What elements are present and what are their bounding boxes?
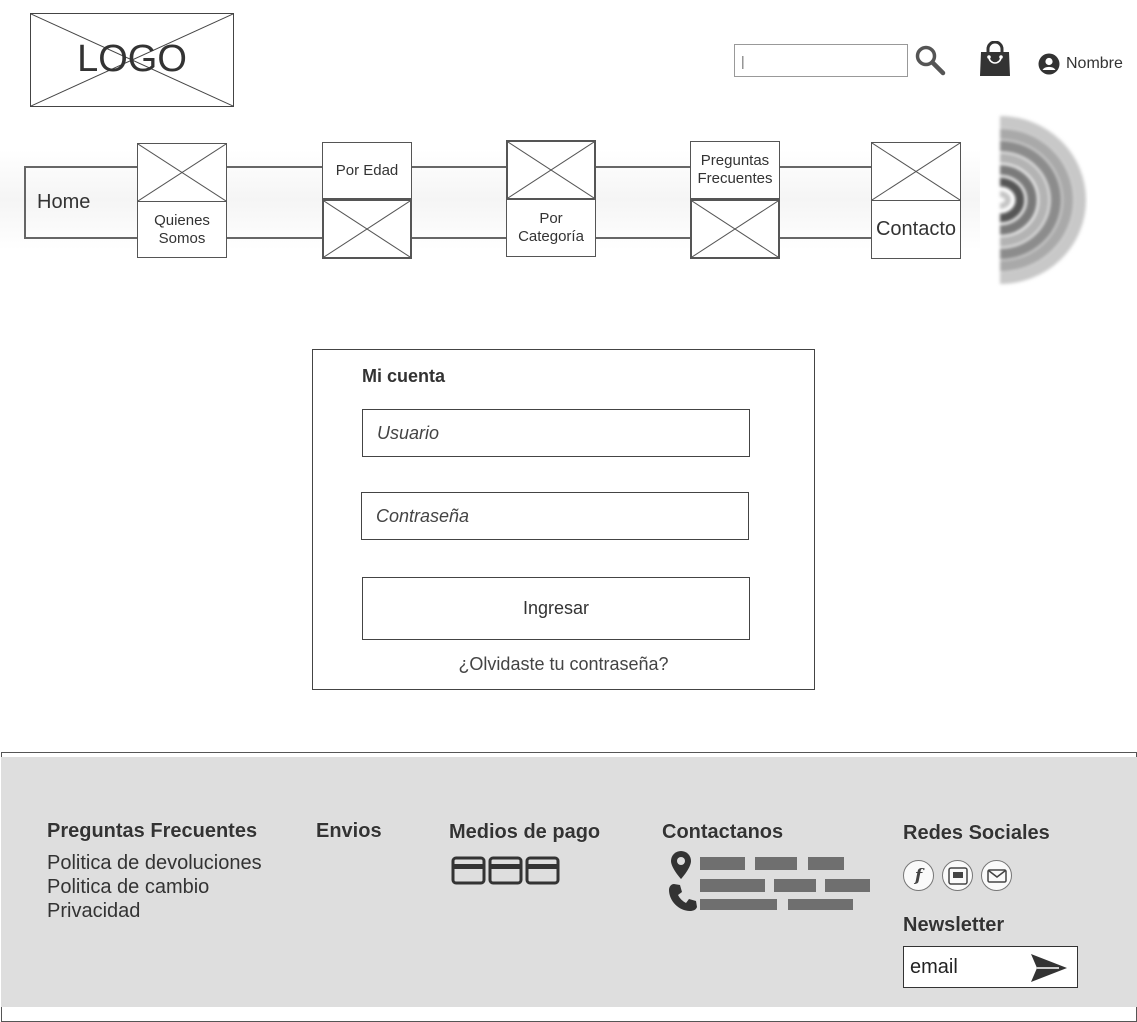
credit-card-icon bbox=[488, 856, 523, 885]
send-icon[interactable] bbox=[1029, 952, 1069, 984]
mail-button[interactable] bbox=[981, 860, 1012, 891]
nav-image-placeholder bbox=[506, 140, 596, 200]
credit-card-icon bbox=[525, 856, 560, 885]
nav-item-label: Preguntas Frecuentes bbox=[697, 152, 773, 187]
footer-payment-title: Medios de pago bbox=[449, 821, 601, 843]
video-button[interactable] bbox=[942, 860, 973, 891]
nav-item-quienes-somos[interactable]: Quienes Somos bbox=[137, 201, 227, 258]
phone-icon bbox=[669, 884, 697, 911]
footer-social-title: Redes Sociales bbox=[903, 822, 1050, 844]
nav-image-placeholder bbox=[690, 199, 780, 259]
footer-link-cambio[interactable]: Politica de cambio bbox=[47, 875, 209, 899]
text-placeholder-bar bbox=[700, 899, 777, 910]
payment-cards-group bbox=[451, 856, 560, 885]
nav-image-placeholder bbox=[322, 199, 412, 259]
footer-newsletter-title: Newsletter bbox=[903, 914, 1005, 936]
mail-icon bbox=[986, 868, 1007, 883]
image-placeholder-icon bbox=[138, 144, 226, 201]
nav-item-label: Quienes Somos bbox=[154, 211, 210, 247]
shopping-bag-icon[interactable] bbox=[978, 41, 1012, 78]
nav-item-label: Home bbox=[37, 190, 91, 213]
nav-item-contacto[interactable]: Contacto bbox=[871, 200, 961, 259]
text-placeholder-bar bbox=[755, 857, 797, 870]
nav-item-home[interactable]: Home bbox=[26, 168, 136, 236]
image-placeholder-icon bbox=[692, 201, 778, 257]
login-submit-button[interactable]: Ingresar bbox=[362, 577, 750, 640]
logo-placeholder[interactable]: LOGO bbox=[30, 13, 234, 107]
nav-item-label: Contacto bbox=[875, 218, 957, 240]
forgot-password-link[interactable]: ¿Olvidaste tu contraseña? bbox=[312, 654, 815, 675]
text-placeholder-bar bbox=[788, 899, 853, 910]
footer-envios-title[interactable]: Envios bbox=[316, 820, 382, 843]
nav-item-por-edad[interactable]: Por Edad bbox=[322, 142, 412, 199]
login-title: Mi cuenta bbox=[362, 366, 446, 386]
search-icon[interactable] bbox=[914, 44, 946, 76]
nav-item-preguntas-frecuentes[interactable]: Preguntas Frecuentes bbox=[690, 141, 780, 199]
nav-item-por-categoria[interactable]: Por Categoría bbox=[506, 199, 596, 257]
text-placeholder-bar bbox=[825, 879, 870, 892]
user-circle-icon bbox=[1038, 53, 1060, 75]
text-placeholder-bar bbox=[700, 879, 765, 892]
credit-card-icon bbox=[451, 856, 486, 885]
footer-faq-title: Preguntas Frecuentes bbox=[47, 820, 258, 842]
text-placeholder-bar bbox=[700, 857, 745, 870]
logo-text: LOGO bbox=[77, 38, 187, 80]
footer-contact-title: Contactanos bbox=[662, 821, 784, 843]
nav-image-placeholder bbox=[137, 143, 227, 202]
newsletter-email-input[interactable] bbox=[910, 953, 1020, 981]
nav-image-placeholder bbox=[871, 142, 961, 201]
search-input[interactable] bbox=[734, 44, 908, 77]
facebook-button[interactable]: f bbox=[903, 860, 934, 891]
image-placeholder-icon bbox=[324, 201, 410, 257]
newsletter-form bbox=[903, 946, 1078, 988]
video-icon bbox=[947, 866, 968, 885]
user-name: Nombre bbox=[1066, 55, 1123, 72]
footer-link-privacidad[interactable]: Privacidad bbox=[47, 899, 140, 923]
location-pin-icon bbox=[671, 851, 691, 879]
nav-item-label: Por Edad bbox=[335, 161, 399, 179]
text-placeholder-bar bbox=[774, 879, 816, 892]
user-account-button[interactable]: Nombre bbox=[1038, 50, 1123, 78]
password-input[interactable] bbox=[361, 492, 749, 540]
facebook-icon: f bbox=[914, 865, 923, 886]
nav-item-label: Por Categoría bbox=[518, 210, 584, 245]
image-placeholder-icon bbox=[508, 142, 594, 198]
image-placeholder-icon bbox=[872, 143, 960, 200]
text-placeholder-bar bbox=[808, 857, 844, 870]
rainbow-arcs-icon bbox=[999, 116, 1086, 284]
username-input[interactable] bbox=[362, 409, 750, 457]
footer-link-devoluciones[interactable]: Politica de devoluciones bbox=[47, 851, 262, 875]
